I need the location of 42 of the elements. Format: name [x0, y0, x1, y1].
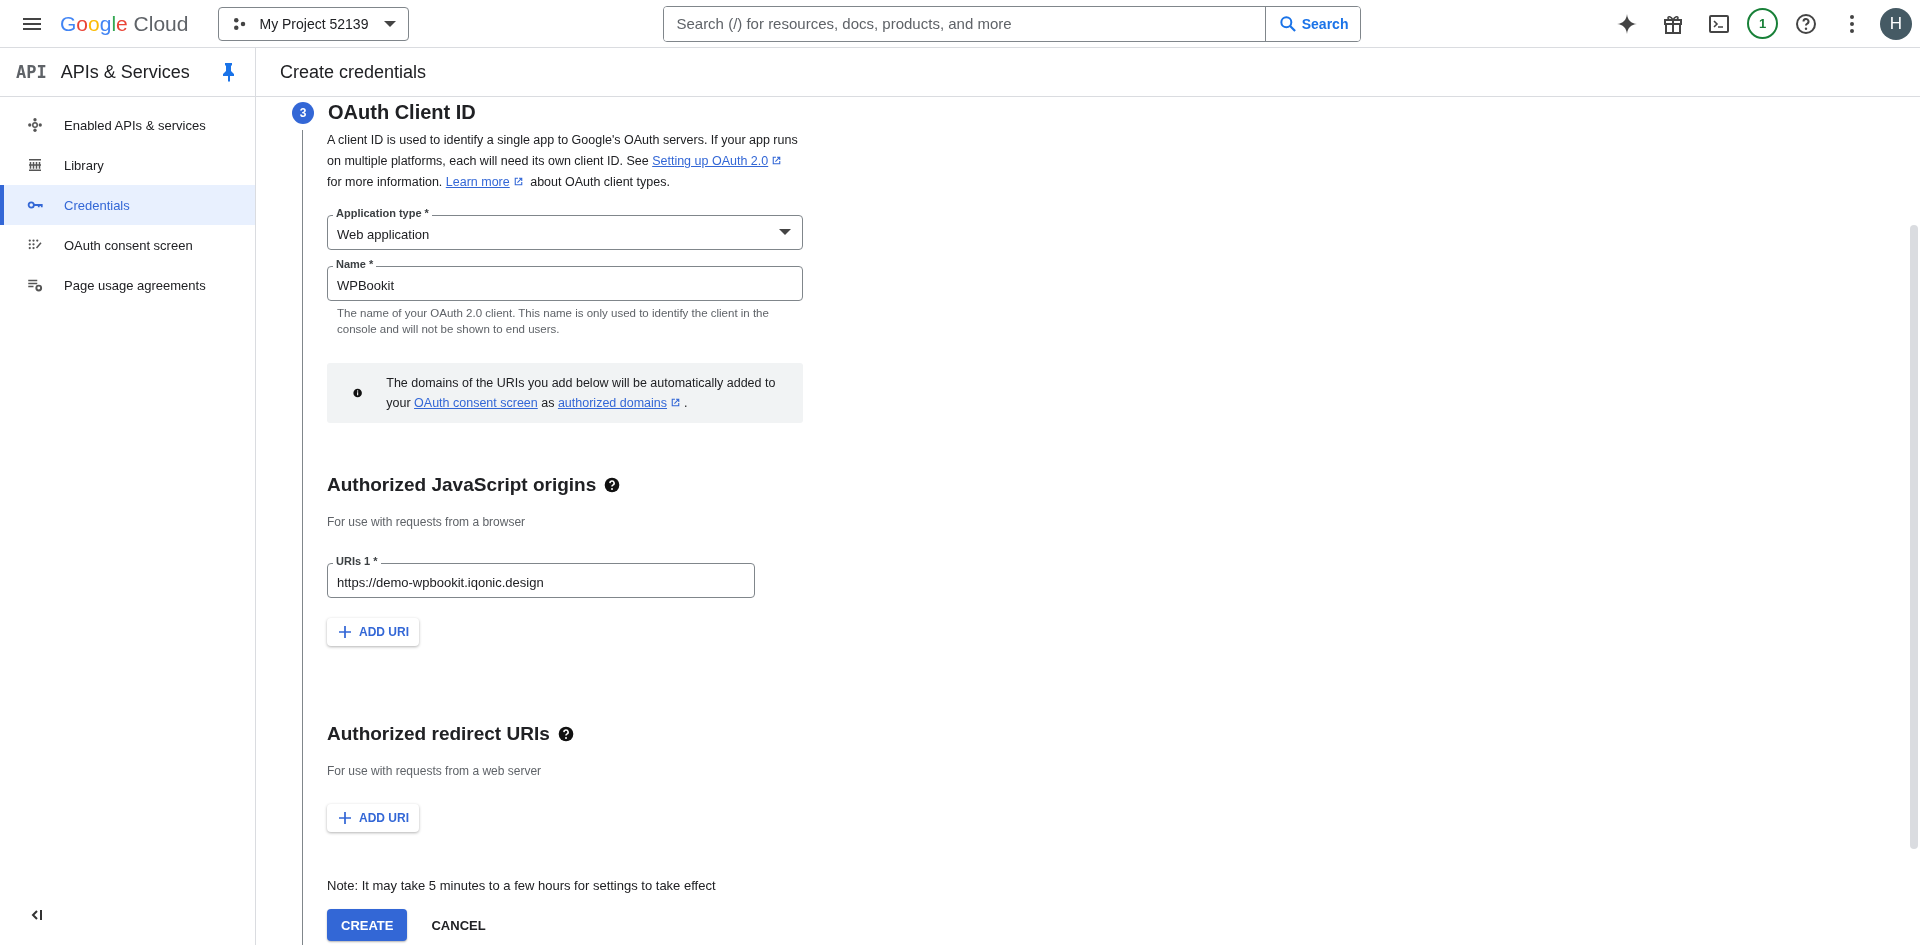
- dots-cross-icon: [26, 116, 44, 134]
- step-title: OAuth Client ID: [328, 101, 476, 124]
- section-subtitle: For use with requests from a browser: [327, 515, 527, 529]
- step-number: 3: [292, 101, 314, 124]
- link[interactable]: OAuth consent screen: [414, 396, 538, 410]
- page-title: Create credentials: [256, 48, 1920, 97]
- plus-icon: [337, 810, 353, 826]
- search-field[interactable]: Search (/) for resources, docs, products, and more Search: [663, 5, 1362, 42]
- sidebar-item[interactable]: OAuth consent screen: [0, 225, 255, 265]
- account-avatar[interactable]: H: [1880, 7, 1912, 40]
- uri-field[interactable]: URIs 1 * https://demo-wpbookit.iqonic.design: [327, 555, 755, 598]
- application-type-dropdown[interactable]: Application type * Web application: [327, 207, 803, 250]
- notification-count[interactable]: 1: [1747, 8, 1778, 39]
- sidebar-title: APIs & Services: [60, 61, 191, 83]
- google-cloud-logo[interactable]: Google Cloud: [58, 9, 191, 38]
- search-icon: [1277, 13, 1298, 34]
- section-title: Authorized JavaScript origins: [327, 474, 597, 496]
- api-logo: API: [16, 62, 47, 82]
- note-text: Note: It may take 5 minutes to a few hours for settings to take effect: [327, 878, 717, 893]
- caret-icon: [384, 20, 397, 27]
- description-text: A client ID is used to identify a single app to Google's OAuth servers. If your app runs on multiple platforms, each will need its own client ID. See Setting up OAuth 2.0 for more information. Learn more about OAuth client types.: [327, 132, 799, 191]
- helper-text: The name of your OAuth 2.0 client. This name is only used to identify the client in the console and will not be shown to end users.: [337, 306, 770, 337]
- sidebar-item[interactable]: Enabled APIs & services: [0, 105, 255, 145]
- sidebar-item[interactable]: Library: [0, 145, 255, 185]
- link[interactable]: authorized domains: [557, 396, 668, 410]
- sidebar-item[interactable]: Page usage agreements: [0, 265, 255, 305]
- library-icon: [26, 156, 44, 174]
- link[interactable]: Setting up OAuth 2.0: [652, 154, 769, 168]
- scrollbar[interactable]: [1910, 225, 1918, 849]
- plus-icon: [337, 624, 353, 640]
- search-button[interactable]: Search: [1264, 6, 1361, 41]
- add-uri-button[interactable]: ADD URI: [327, 804, 419, 832]
- name-field[interactable]: Name * WPBookit: [327, 258, 803, 301]
- project-picker[interactable]: My Project 52139: [218, 6, 410, 41]
- create-button[interactable]: CREATE: [327, 909, 408, 941]
- section-title: Authorized redirect URIs: [327, 723, 550, 745]
- sidebar-item[interactable]: Credentials: [0, 185, 255, 225]
- info-text: The domains of the URIs you add below will be automatically added to your OAuth consent screen as authorized domains .: [386, 375, 777, 412]
- section-subtitle: For use with requests from a web server: [327, 764, 543, 778]
- cancel-button[interactable]: CANCEL: [417, 909, 500, 941]
- add-uri-button[interactable]: ADD URI: [327, 618, 419, 646]
- link[interactable]: Learn more: [445, 175, 510, 189]
